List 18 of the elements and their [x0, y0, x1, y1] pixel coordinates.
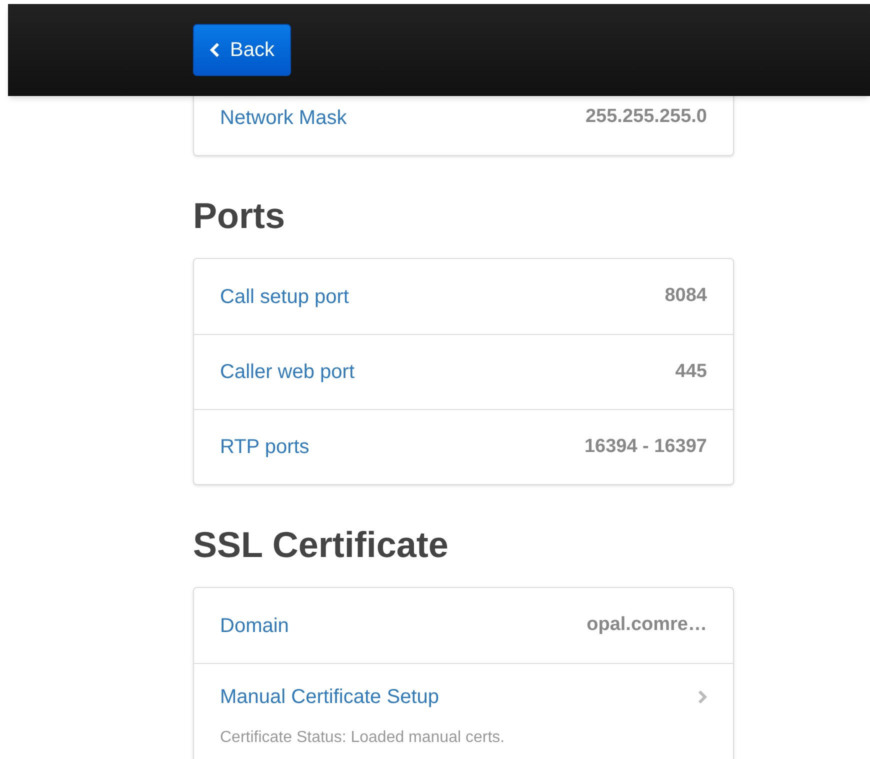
row-label: Domain — [220, 614, 289, 638]
row-value: 255.255.255.0 — [585, 105, 707, 130]
row-label: Manual Certificate Setup — [220, 685, 440, 710]
row-label: Caller web port — [220, 360, 355, 385]
row-value: 445 — [675, 360, 707, 384]
section-heading: SSL Certificate — [193, 523, 450, 567]
row-label: RTP ports — [220, 435, 310, 460]
row-label: Network Mask — [220, 106, 347, 130]
chevron-right-icon — [698, 690, 707, 704]
back-button[interactable]: Back — [193, 24, 292, 76]
chevron-left-icon — [210, 43, 220, 57]
row-description: Certificate Status: Loaded manual certs. — [220, 728, 506, 748]
row-label: Call setup port — [220, 284, 349, 310]
section-heading: Ports — [193, 194, 286, 238]
row-value: 8084 — [664, 284, 707, 308]
row-value: 16394 - 16397 — [584, 434, 707, 459]
row-value: opal.comre… — [586, 613, 707, 638]
settings-link-row[interactable]: Manual Certificate Setup Certificate Status: Loaded manual certs. — [194, 663, 733, 759]
